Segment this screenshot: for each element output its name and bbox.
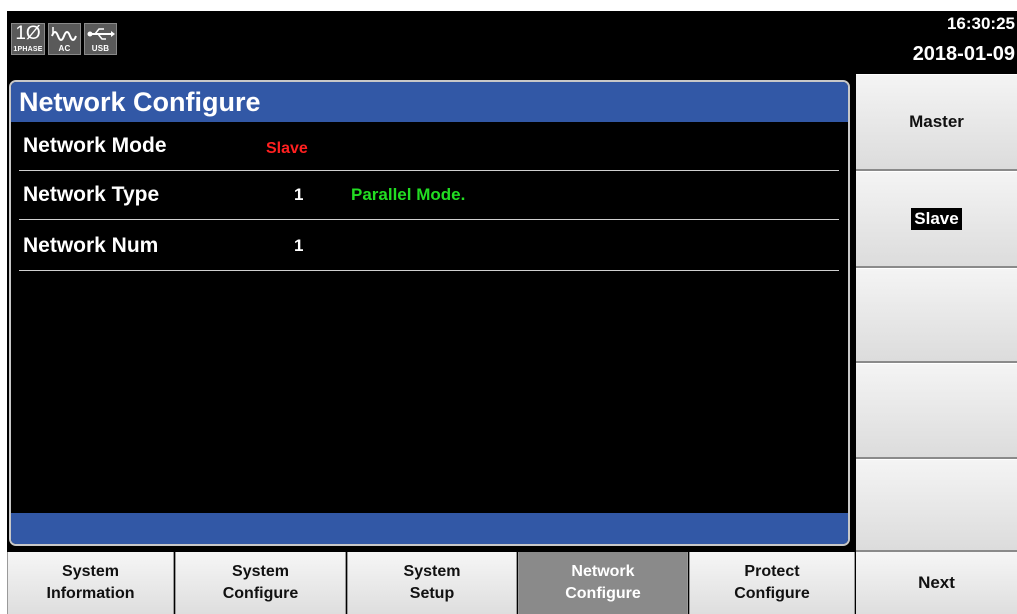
- tab-protect-configure-label: Protect Configure: [734, 563, 810, 602]
- network-num-label: Network Num: [23, 234, 159, 257]
- softkey-master[interactable]: Master: [856, 74, 1017, 171]
- network-mode-value: Slave: [266, 140, 308, 157]
- tab-network-configure-label: Network Configure: [565, 563, 641, 602]
- tab-system-setup-label: System Setup: [403, 563, 461, 602]
- network-num-row[interactable]: Network Num 1: [19, 222, 839, 271]
- network-mode-label: Network Mode: [23, 134, 167, 157]
- ac-label: AC: [58, 44, 71, 53]
- phase-label: 1PHASE: [13, 46, 43, 53]
- softkey-slave[interactable]: Slave: [856, 171, 1017, 268]
- usb-icon: [87, 28, 115, 40]
- tab-system-configure[interactable]: System Configure: [175, 552, 346, 614]
- network-type-label: Network Type: [23, 183, 160, 206]
- phase-indicator: 1Ø 1PHASE: [11, 23, 45, 55]
- tab-system-setup[interactable]: System Setup: [347, 552, 517, 614]
- status-bar: 1Ø 1PHASE AC USB 16:30:25 2018-01-09: [7, 11, 1017, 74]
- usb-label: USB: [91, 44, 110, 53]
- softkey-master-label: Master: [909, 112, 964, 131]
- softkey-slave-label: Slave: [911, 208, 962, 230]
- network-type-value: 1: [294, 185, 304, 204]
- clock: 16:30:25 2018-01-09: [913, 13, 1015, 67]
- softkey-5[interactable]: [856, 459, 1017, 552]
- network-mode-row[interactable]: Network Mode Slave: [19, 122, 839, 171]
- usb-indicator: USB: [84, 23, 117, 55]
- next-button[interactable]: Next: [856, 552, 1017, 614]
- phase-symbol: 1Ø: [15, 23, 41, 44]
- instrument-screen: 1Ø 1PHASE AC USB 16:30:25 2018-01-09 Net…: [7, 11, 1017, 614]
- panel-footer-bar: [11, 513, 848, 544]
- panel-title: Network Configure: [11, 82, 848, 122]
- tab-system-configure-label: System Configure: [222, 563, 299, 602]
- clock-time: 16:30:25: [946, 14, 1015, 33]
- tab-network-configure[interactable]: Network Configure: [518, 552, 688, 614]
- tab-system-information[interactable]: System Information: [7, 552, 174, 614]
- tab-protect-configure[interactable]: Protect Configure: [689, 552, 855, 614]
- network-configure-panel: Network Configure Network Mode Slave Net…: [9, 80, 850, 546]
- next-button-label: Next: [918, 573, 955, 592]
- ac-waveform-icon: [51, 27, 77, 41]
- clock-date: 2018-01-09: [912, 43, 1015, 65]
- network-type-row[interactable]: Network Type 1 Parallel Mode.: [19, 171, 839, 220]
- softkey-3[interactable]: [856, 268, 1017, 363]
- network-num-value: 1: [294, 236, 304, 255]
- network-type-description: Parallel Mode.: [351, 185, 466, 204]
- tab-system-information-label: System Information: [46, 563, 135, 602]
- softkey-4[interactable]: [856, 363, 1017, 459]
- ac-indicator: AC: [48, 23, 81, 55]
